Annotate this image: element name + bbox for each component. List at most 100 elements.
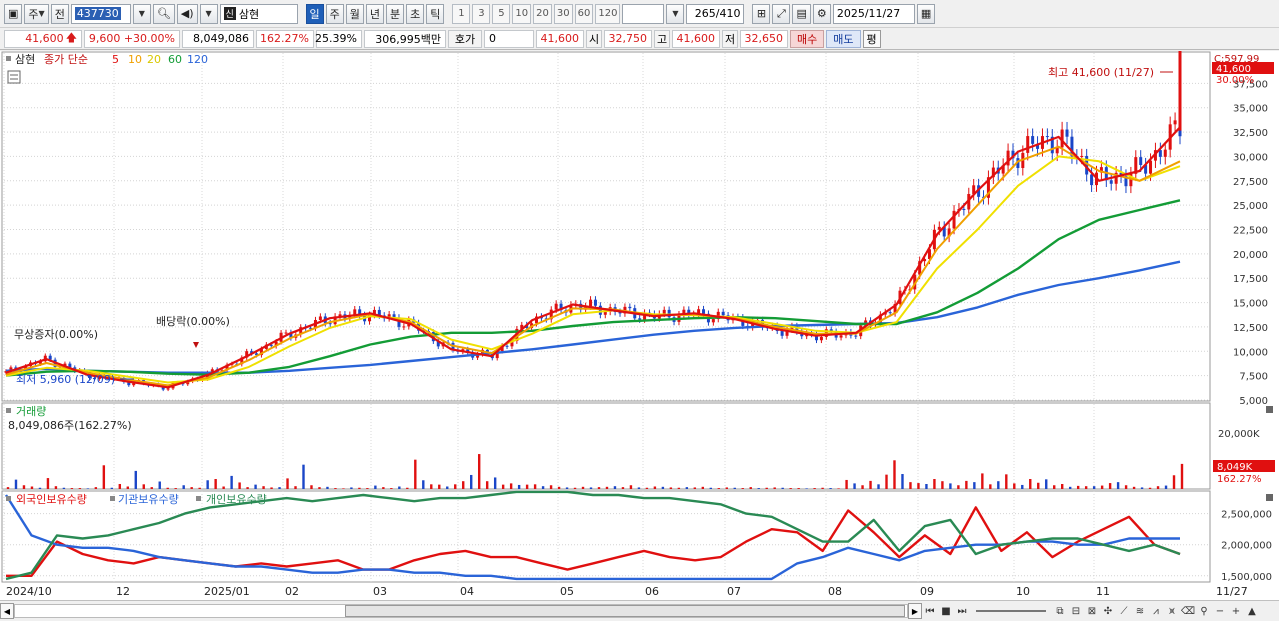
high-label: 고 <box>654 29 670 48</box>
code-dropdown[interactable]: ▼ <box>132 3 151 24</box>
calendar-icon[interactable]: ▦ <box>916 3 936 24</box>
interval-60[interactable]: 60 <box>574 3 594 24</box>
stop-icon[interactable]: ■ <box>938 603 954 619</box>
panel-toggle-icon[interactable] <box>6 408 11 413</box>
stock-name: 삼현 <box>238 7 260 21</box>
interval-1[interactable]: 1 <box>452 3 471 24</box>
interval-20[interactable]: 20 <box>533 3 552 24</box>
tab-tick[interactable]: 틱 <box>426 3 445 24</box>
volume-bar <box>1132 486 1136 489</box>
data-count-field[interactable]: 265/410 <box>686 3 745 24</box>
panel-toggle-icon[interactable] <box>6 496 11 501</box>
price-panel-frame <box>1 51 1211 402</box>
crosshair-icon[interactable]: ✣ <box>1100 603 1116 619</box>
search-icon[interactable]: 🔍︎ <box>152 3 175 24</box>
volume-bar <box>398 486 401 489</box>
forward-icon[interactable]: ⏭ <box>954 603 970 619</box>
price-y-tick: 5,000 <box>1239 396 1268 407</box>
interval-30[interactable]: 30 <box>553 3 573 24</box>
chart-menu-icon[interactable]: ▣ <box>4 3 23 24</box>
volume-bar <box>829 488 832 489</box>
trendline-icon[interactable]: ⟋ <box>1116 603 1132 619</box>
panel-close-icon[interactable] <box>1266 494 1273 501</box>
sell-button[interactable]: 매도 <box>826 29 861 48</box>
volume-bar <box>190 487 193 489</box>
eraser-icon[interactable]: ⌫ <box>1180 603 1196 619</box>
interval-dropdown[interactable]: ▼ <box>666 3 685 24</box>
indicator-icon[interactable]: ⊠ <box>1084 603 1100 619</box>
zigzag-icon[interactable]: ⩘ <box>1148 603 1164 619</box>
tab-second[interactable]: 초 <box>406 3 425 24</box>
chevron-down-icon: ▼ <box>672 9 679 18</box>
zoom-in-icon[interactable]: + <box>1228 603 1244 619</box>
price-y-tick: 22,500 <box>1233 226 1268 237</box>
stock-code-input[interactable]: 437730 <box>70 3 131 24</box>
candle-body <box>711 319 715 323</box>
event-ex-dividend: 배당락(0.00%) <box>156 315 230 328</box>
x-axis-ticks: 2024/10 12 2025/01 02 03 04 05 06 07 08 09 10 11 11/2… <box>6 585 1248 598</box>
interval-5[interactable]: 5 <box>492 3 511 24</box>
candle-body <box>1065 129 1069 137</box>
gear-icon[interactable]: ⚙ <box>812 3 831 24</box>
prev-button[interactable]: 전 <box>50 3 69 24</box>
volume-bar <box>238 482 241 489</box>
stock-code-value: 437730 <box>74 7 121 20</box>
volume-bar <box>262 486 265 489</box>
volume-bar <box>573 487 577 489</box>
chart-copy-icon[interactable]: ⊟ <box>1068 603 1084 619</box>
tab-year[interactable]: 년 <box>365 3 385 24</box>
fit-icon[interactable]: ▲ <box>1244 603 1260 619</box>
tab-day[interactable]: 일 <box>305 3 324 24</box>
chart-canvas[interactable]: 5,000 7,500 10,000 12,500 15,000 17,500 20,000… <box>0 43 1279 600</box>
zoom-out-icon[interactable]: − <box>1212 603 1228 619</box>
price-y-tick: 17,500 <box>1233 274 1268 285</box>
volume-bar <box>709 487 713 489</box>
tab-minute[interactable]: 분 <box>386 3 405 24</box>
volume-bar <box>462 481 465 489</box>
interval-10[interactable]: 10 <box>512 3 532 24</box>
interval-120[interactable]: 120 <box>595 3 621 24</box>
chart-area[interactable]: 5,000 7,500 10,000 12,500 15,000 17,500 20,000… <box>0 43 1279 600</box>
volume-bar <box>981 473 984 489</box>
rewind-icon[interactable]: ⏮ <box>922 603 938 619</box>
hoga-label: 호가 <box>448 29 482 48</box>
legend-toggle-icon[interactable] <box>110 496 115 501</box>
scroll-left-button[interactable]: ◀ <box>0 603 14 619</box>
volume-bar <box>214 479 217 489</box>
date-input[interactable]: 2025/11/27 <box>832 3 915 24</box>
chevron-down-icon: ▼ <box>38 9 45 18</box>
tab-week[interactable]: 주 <box>325 3 344 24</box>
interval-3[interactable]: 3 <box>472 3 491 24</box>
pattern-icon[interactable]: ⩙ <box>1164 603 1180 619</box>
legend-toggle-icon[interactable] <box>196 496 201 501</box>
eval-button[interactable]: 평 <box>862 29 881 48</box>
panel-close-icon[interactable] <box>1266 406 1273 413</box>
candle-body <box>1139 157 1143 166</box>
x-axis-label: 2025/01 <box>204 585 250 598</box>
volume-bar <box>909 482 912 489</box>
speed-slider[interactable] <box>976 610 1046 612</box>
panel-toggle-icon[interactable] <box>6 56 11 61</box>
scroll-thumb[interactable] <box>345 605 905 617</box>
fibonacci-icon[interactable]: ≋ <box>1132 603 1148 619</box>
scroll-right-button[interactable]: ▶ <box>908 603 922 619</box>
save-icon[interactable]: ▤ <box>792 3 811 24</box>
speaker-icon[interactable]: ◀) <box>176 3 198 24</box>
zoom-icon[interactable]: ⚲ <box>1196 603 1212 619</box>
volume-bar <box>773 487 776 489</box>
interval-custom-input[interactable] <box>622 3 665 24</box>
scroll-track[interactable] <box>14 604 908 618</box>
buy-button[interactable]: 매수 <box>790 29 825 48</box>
grid-icon[interactable]: ⊞ <box>752 3 771 24</box>
market-select[interactable]: 주 ▼ <box>24 3 49 24</box>
tab-month[interactable]: 월 <box>345 3 364 24</box>
calculator-icon[interactable] <box>7 70 21 84</box>
volume-bar <box>222 486 225 489</box>
volume-bar <box>645 487 649 489</box>
chart-scrollbar: ◀ ▶ ⏮ ■ ⏭ ⧉ ⊟ ⊠ ✣ ⟋ ≋ ⩘ ⩙ ⌫ ⚲ − + ▲ <box>0 600 1279 621</box>
y-axis-ticks: 5,000 7,500 10,000 12,500 15,000 17,500 20,000… <box>1221 79 1272 582</box>
layout-icon[interactable]: ⧉ <box>1052 603 1068 619</box>
sound-dropdown[interactable]: ▼ <box>199 3 218 24</box>
chart-tool-icon[interactable]: ⤢ <box>772 3 791 24</box>
stock-name-field[interactable]: 신 삼현 <box>219 3 298 24</box>
